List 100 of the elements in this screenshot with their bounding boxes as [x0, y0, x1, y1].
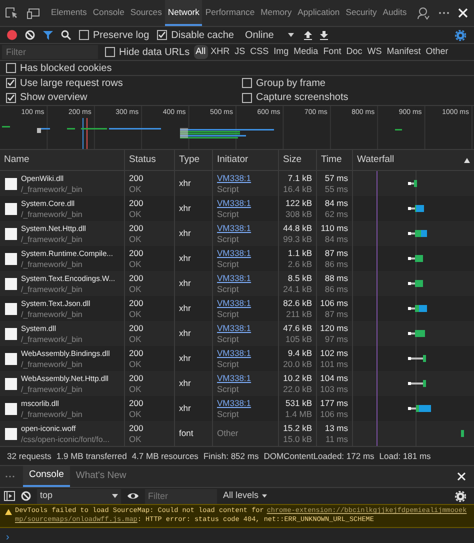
- request-type: xhr: [179, 202, 191, 215]
- initiator-link[interactable]: VM338:1: [217, 398, 274, 408]
- request-path: /_framework/_bin: [21, 384, 84, 394]
- initiator-link[interactable]: VM338:1: [217, 248, 274, 258]
- type-filter-button[interactable]: Img: [272, 45, 291, 59]
- column-header[interactable]: Name: [4, 152, 30, 168]
- request-type: font: [179, 427, 194, 440]
- panel-tab[interactable]: Security: [342, 0, 380, 26]
- status-text: OK: [129, 258, 142, 270]
- column-header[interactable]: Initiator: [217, 152, 248, 168]
- request-type: xhr: [179, 327, 191, 340]
- resource-size: 105 kB: [286, 334, 312, 344]
- initiator-link[interactable]: VM338:1: [217, 198, 274, 208]
- request-type: xhr: [179, 177, 191, 190]
- status-text: OK: [129, 184, 142, 194]
- request-path: /_framework/_bin: [21, 184, 82, 194]
- status-text: OK: [129, 408, 142, 420]
- drawer-tab[interactable]: Console: [23, 466, 70, 487]
- console-prompt[interactable]: ›: [6, 532, 10, 543]
- type-filter-button[interactable]: XHR: [208, 45, 232, 59]
- type-filter-button[interactable]: WS: [365, 45, 384, 59]
- panel-tab[interactable]: Audits: [380, 0, 410, 26]
- panel-tab[interactable]: Performance: [202, 0, 258, 26]
- initiator-type: Other: [217, 427, 238, 440]
- latency-time: 101 ms: [320, 358, 348, 370]
- status-code: 200: [129, 198, 144, 208]
- type-filter-button[interactable]: All: [194, 45, 208, 59]
- status-code: 200: [129, 348, 144, 358]
- panel-tab[interactable]: Network: [164, 0, 202, 26]
- checkbox-label: Has blocked cookies: [20, 62, 112, 76]
- initiator-type: Script: [217, 284, 240, 294]
- log-levels-dropdown[interactable]: All levels: [223, 489, 267, 503]
- console-filter-field[interactable]: Filter: [145, 488, 217, 504]
- latency-time: 86 ms: [324, 258, 348, 270]
- request-type: xhr: [179, 402, 191, 415]
- latency-time: 86 ms: [324, 284, 348, 294]
- panel-tab[interactable]: Memory: [258, 0, 295, 26]
- type-filter-button[interactable]: JS: [232, 45, 248, 59]
- checkbox-label: Disable cache: [171, 28, 234, 42]
- status-bar-text: 1.9 MB transferred: [56, 450, 127, 462]
- checkbox-label: Group by frame: [256, 76, 326, 91]
- status-text: OK: [129, 358, 142, 370]
- column-header[interactable]: Type: [179, 152, 200, 168]
- request-path: /_framework/_bin: [21, 258, 84, 270]
- status-code: 200: [129, 298, 144, 308]
- transfer-size: 82.6 kB: [283, 298, 312, 308]
- request-type: xhr: [179, 302, 191, 315]
- status-bar-text: 4.7 MB resources: [132, 450, 198, 462]
- latency-time: 84 ms: [324, 234, 348, 244]
- drawer-tab[interactable]: What's New: [70, 466, 132, 487]
- status-text: OK: [129, 284, 142, 294]
- resource-size: 22.0 kB: [283, 384, 312, 394]
- resource-size: 20.0 kB: [283, 358, 312, 370]
- context-dropdown[interactable]: top: [37, 488, 121, 504]
- initiator-link[interactable]: VM338:1: [217, 298, 274, 308]
- request-type: xhr: [179, 227, 191, 240]
- status-bar-text: DOMContentLoaded: 172 ms: [264, 450, 374, 462]
- transfer-size: 1.1 kB: [288, 248, 312, 258]
- request-path: /_framework/_bin: [21, 408, 82, 420]
- status-bar-text: Finish: 852 ms: [203, 450, 259, 462]
- request-time: 87 ms: [324, 248, 348, 258]
- type-filter-button[interactable]: Other: [424, 45, 450, 59]
- status-code: 200: [129, 398, 144, 408]
- type-filter-button[interactable]: Media: [292, 45, 320, 59]
- panel-tab[interactable]: Application: [294, 0, 343, 26]
- type-filter-button[interactable]: Doc: [344, 45, 364, 59]
- checkbox-label: Use large request rows: [20, 76, 123, 91]
- column-header[interactable]: Size: [283, 152, 302, 168]
- initiator-link[interactable]: VM338:1: [217, 348, 274, 358]
- initiator-link[interactable]: VM338:1: [217, 172, 274, 184]
- type-filter-button[interactable]: Font: [321, 45, 344, 59]
- filter-field[interactable]: Filter: [2, 45, 98, 59]
- status-code: 200: [129, 422, 144, 434]
- transfer-size: 9.4 kB: [288, 348, 312, 358]
- panel-tab[interactable]: Sources: [127, 0, 165, 26]
- initiator-link[interactable]: VM338:1: [217, 322, 274, 334]
- initiator-type: Script: [217, 408, 240, 420]
- status-bar-text: 32 requests: [7, 450, 52, 462]
- resource-size: 15.0 kB: [283, 434, 312, 444]
- initiator-link[interactable]: VM338:1: [217, 222, 274, 234]
- initiator-link[interactable]: VM338:1: [217, 372, 274, 384]
- type-filter-button[interactable]: CSS: [248, 45, 271, 59]
- initiator-link[interactable]: VM338:1: [217, 272, 274, 284]
- status-text: OK: [129, 334, 142, 344]
- column-header[interactable]: Status: [129, 152, 156, 168]
- status-code: 200: [129, 372, 144, 384]
- column-header[interactable]: Waterfall: [357, 152, 394, 168]
- resource-size: 24.1 kB: [283, 284, 312, 294]
- type-filter-button[interactable]: Manifest: [384, 45, 423, 59]
- throttling-dropdown[interactable]: Online: [242, 28, 296, 42]
- panel-tab[interactable]: Console: [90, 0, 128, 26]
- latency-time: 55 ms: [324, 184, 348, 194]
- initiator-type: Script: [217, 184, 240, 194]
- request-path: /_framework/_bin: [21, 308, 84, 320]
- status-text: OK: [129, 384, 142, 394]
- column-header[interactable]: Time: [321, 152, 342, 168]
- status-text: OK: [129, 208, 142, 220]
- panel-tab[interactable]: Elements: [48, 0, 90, 26]
- initiator-type: Script: [217, 258, 240, 270]
- status-bar-text: Load: 181 ms: [379, 450, 431, 462]
